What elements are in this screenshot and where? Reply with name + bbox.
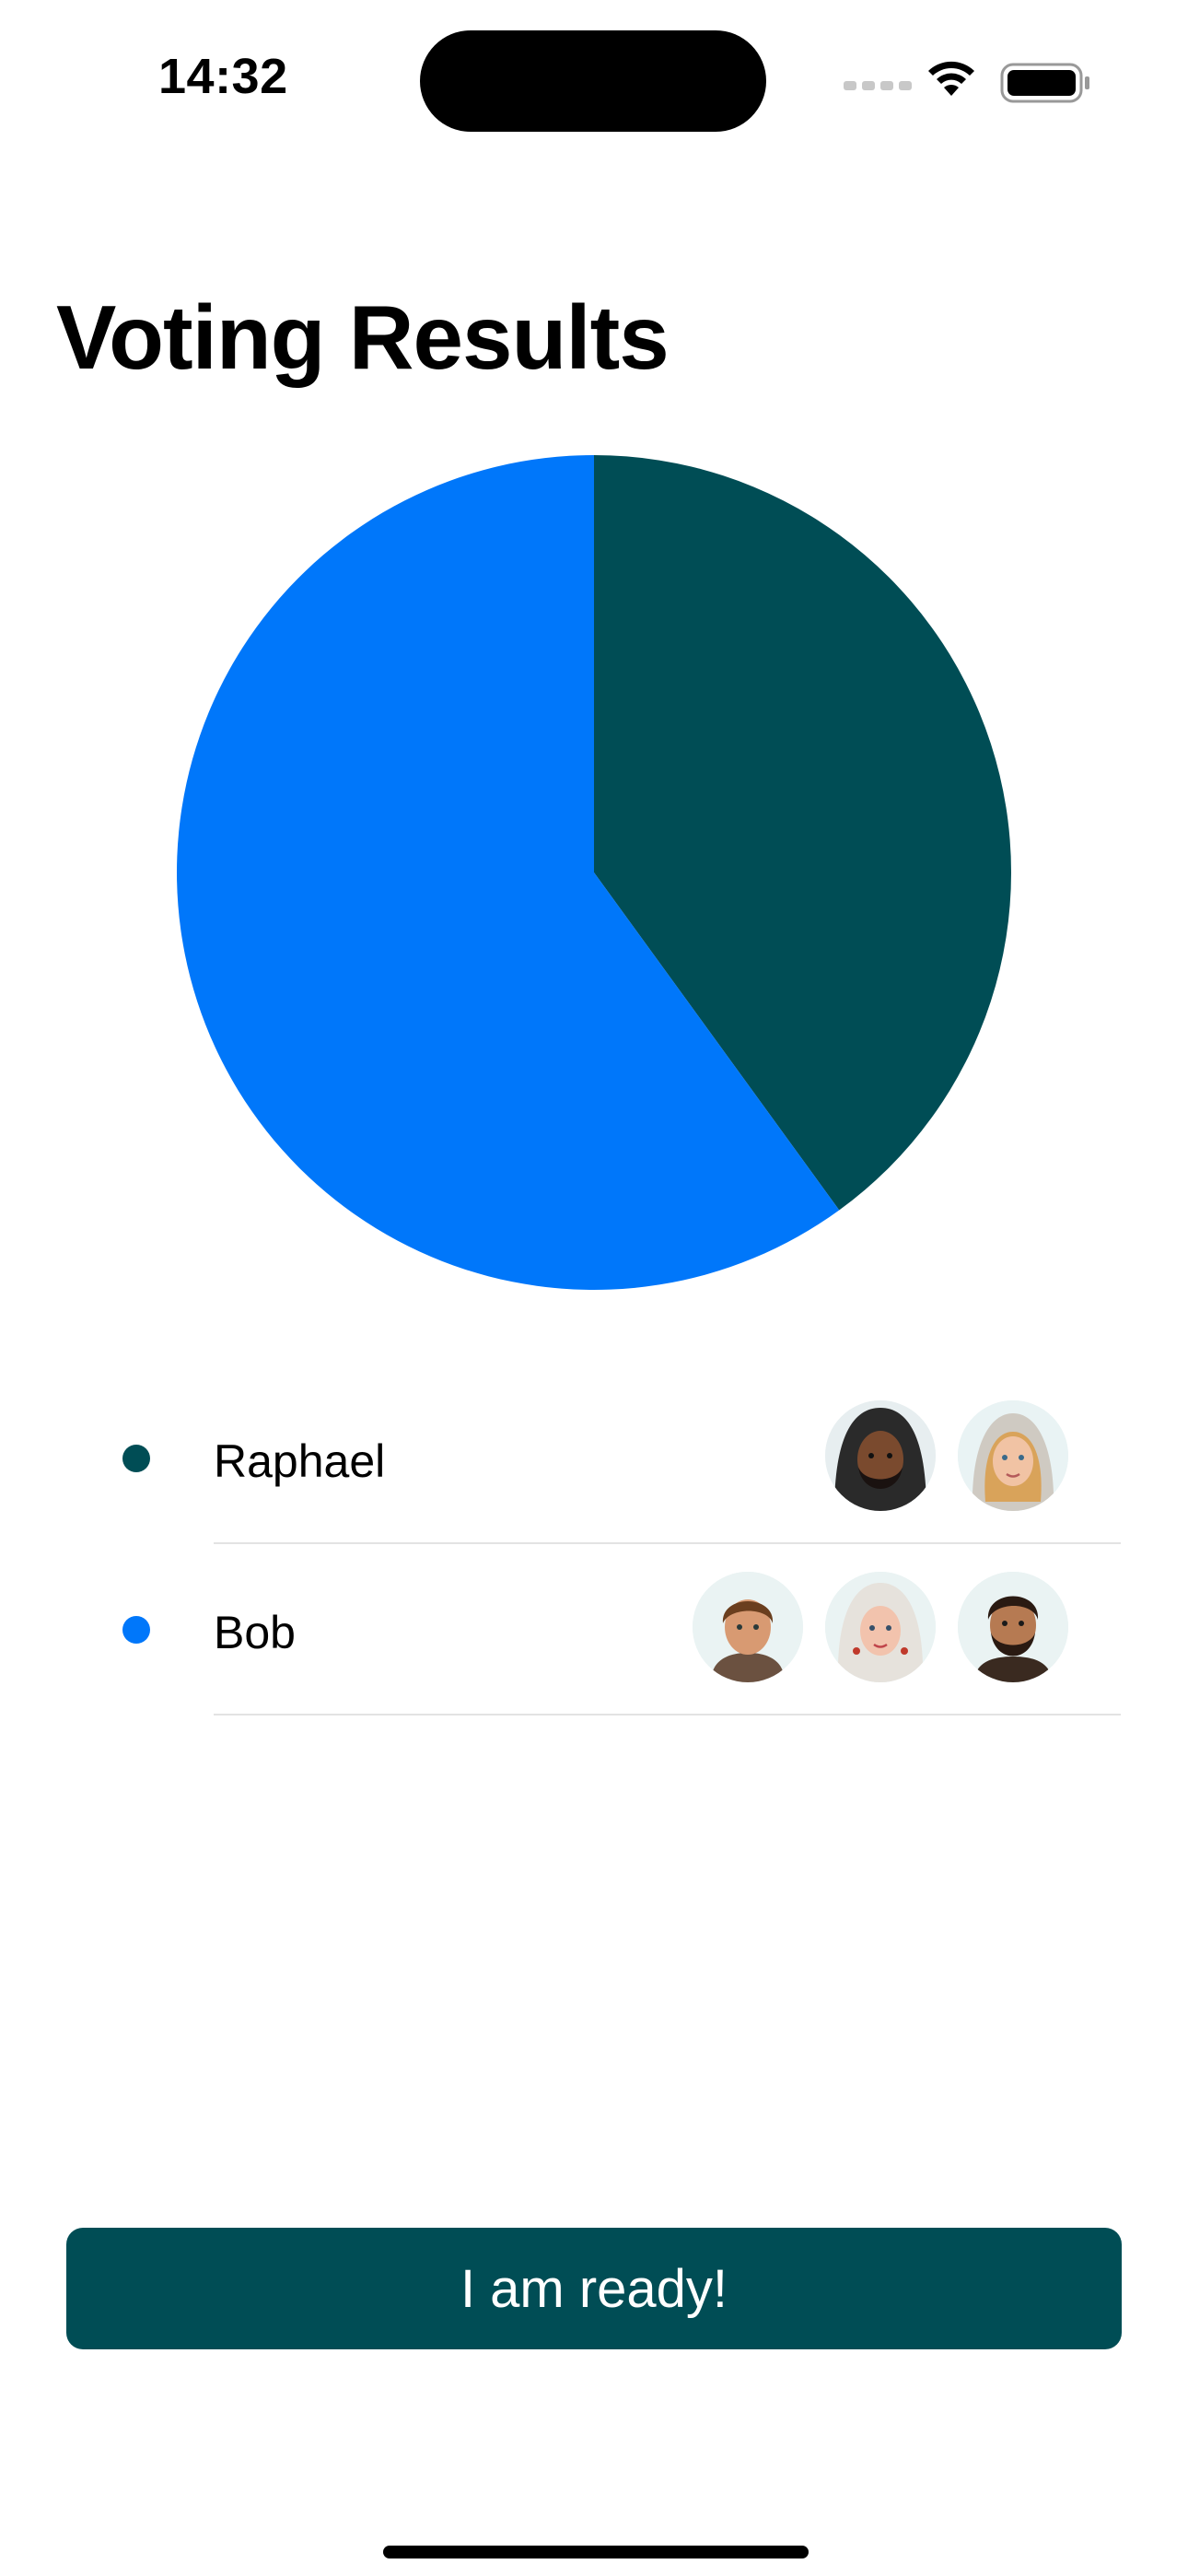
bearded-man-avatar — [958, 1572, 1068, 1682]
ready-button[interactable]: I am ready! — [66, 2228, 1122, 2349]
headscarf-woman-avatar — [825, 1572, 936, 1682]
legend-row-raphael[interactable]: Raphael — [0, 1373, 1188, 1544]
status-time: 14:32 — [158, 49, 288, 104]
home-indicator[interactable] — [383, 2546, 809, 2558]
row-divider — [214, 1714, 1121, 1715]
vote-pie-chart — [176, 455, 1011, 1290]
bob-color-dot — [122, 1616, 150, 1644]
cellular-signal-icon — [844, 81, 912, 90]
page-title: Voting Results — [56, 287, 670, 388]
vote-legend: Raphael Bob — [0, 1373, 1188, 1715]
candidate-name: Raphael — [214, 1435, 386, 1487]
young-man-avatar — [693, 1572, 803, 1682]
wifi-icon — [928, 61, 974, 96]
candidate-name: Bob — [214, 1607, 296, 1658]
voter-avatars — [693, 1572, 1068, 1682]
dynamic-island — [420, 30, 766, 132]
hooded-man-avatar — [825, 1400, 936, 1511]
voter-avatars — [825, 1400, 1068, 1511]
battery-icon — [1000, 63, 1089, 103]
legend-row-bob[interactable]: Bob — [0, 1544, 1188, 1715]
raphael-color-dot — [122, 1445, 150, 1472]
blonde-woman-avatar — [958, 1400, 1068, 1511]
